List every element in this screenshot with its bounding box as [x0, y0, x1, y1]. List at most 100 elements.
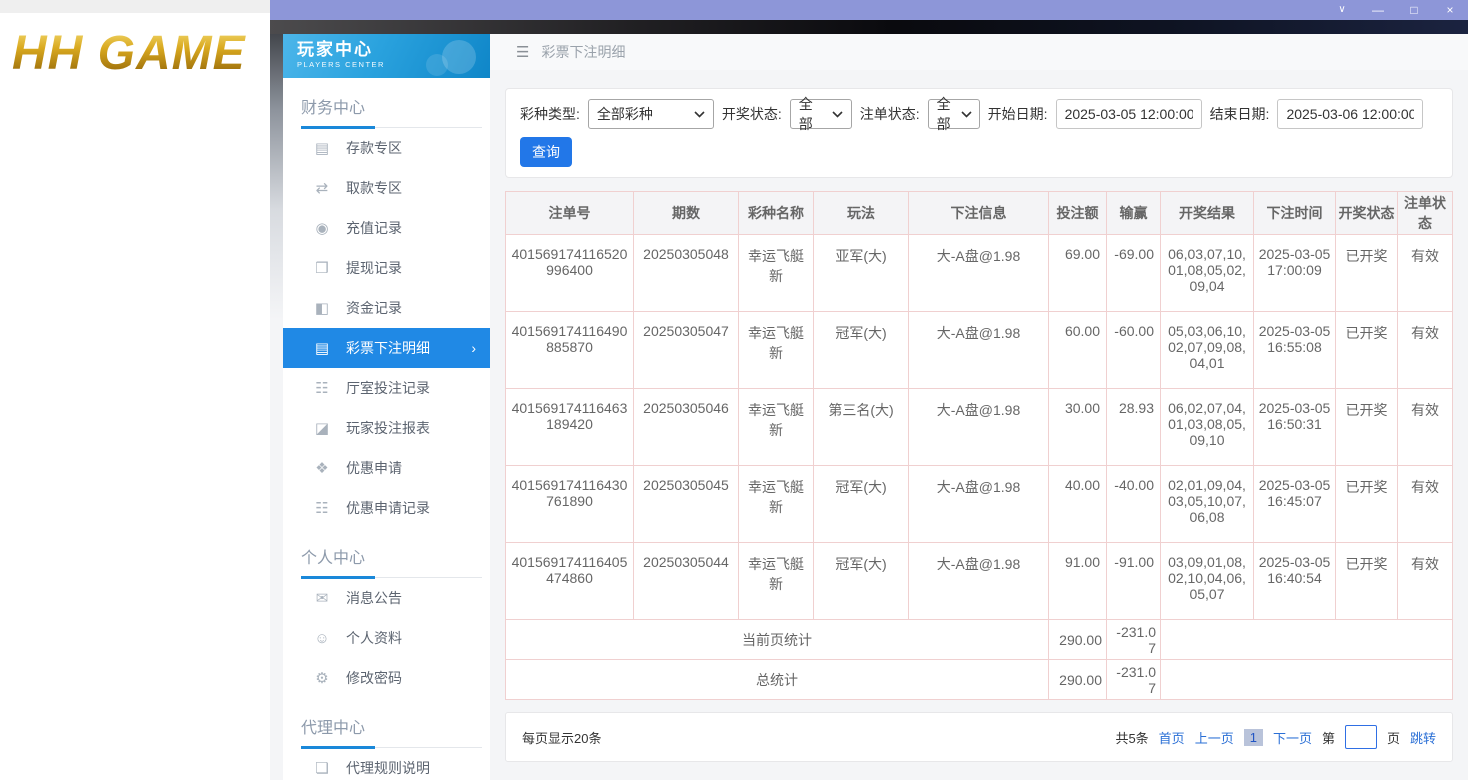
cell: 06,02,07,04,01,03,08,05,09,10	[1161, 389, 1254, 466]
cell: 已开奖	[1336, 389, 1398, 466]
sidebar-item-修改密码[interactable]: ⚙修改密码	[283, 658, 490, 698]
cell: 有效	[1398, 235, 1453, 312]
window-minimize-icon[interactable]: —	[1360, 0, 1396, 20]
total-summary-label: 总统计	[506, 660, 1049, 700]
cell: 幸运飞艇新	[739, 466, 814, 543]
sidebar-item-label: 存款专区	[346, 138, 402, 158]
window-close-icon[interactable]: ×	[1432, 0, 1468, 20]
next-page-link[interactable]: 下一页	[1273, 728, 1312, 747]
cell: 幸运飞艇新	[739, 235, 814, 312]
sidebar-item-资金记录[interactable]: ◧资金记录	[283, 288, 490, 328]
cell: 大-A盘@1.98	[909, 466, 1049, 543]
sidebar-item-label: 资金记录	[346, 298, 402, 318]
window-titlebar: ∨ — □ ×	[270, 0, 1468, 20]
page-summary: 当前页统计290.00-231.07	[506, 620, 1453, 660]
cell: 20250305045	[634, 466, 739, 543]
column-header: 开奖状态	[1336, 192, 1398, 235]
cell: 05,03,06,10,02,07,09,08,04,01	[1161, 312, 1254, 389]
cell: 冠军(大)	[814, 543, 909, 620]
draw-status-select[interactable]: 全部	[790, 99, 852, 129]
table-row: 40156917411652099640020250305048幸运飞艇新亚军(…	[506, 235, 1453, 312]
hamburger-icon[interactable]: ☰	[516, 43, 529, 61]
sidebar-item-提现记录[interactable]: ❒提现记录	[283, 248, 490, 288]
sidebar-item-存款专区[interactable]: ▤存款专区	[283, 128, 490, 168]
background-page: HH GAME	[0, 0, 270, 780]
cell: 幸运飞艇新	[739, 312, 814, 389]
window-maximize-icon[interactable]: □	[1396, 0, 1432, 20]
sidebar-item-代理规则说明[interactable]: ❏代理规则说明	[283, 748, 490, 780]
cell: 已开奖	[1336, 235, 1398, 312]
order-status-select[interactable]: 全部	[928, 99, 980, 129]
column-header: 下注时间	[1254, 192, 1336, 235]
chevron-right-icon: ›	[471, 340, 476, 356]
password-icon: ⚙	[313, 669, 331, 687]
search-button[interactable]: 查询	[520, 137, 572, 167]
table-header-row: 注单号期数彩种名称玩法下注信息投注额输赢开奖结果下注时间开奖状态注单状态	[506, 192, 1453, 235]
cell: 401569174116405474860	[506, 543, 634, 620]
logo-band: HH GAME	[0, 13, 270, 93]
cell: 第三名(大)	[814, 389, 909, 466]
start-date-input[interactable]	[1056, 99, 1202, 129]
column-header: 注单号	[506, 192, 634, 235]
cell: 亚军(大)	[814, 235, 909, 312]
draw-status-label: 开奖状态:	[722, 104, 782, 124]
sidebar-item-label: 代理规则说明	[346, 758, 430, 778]
sidebar-item-厅室投注记录[interactable]: ☷ 厅室投注记录	[283, 368, 490, 408]
cell: 401569174116463189420	[506, 389, 634, 466]
sidebar-item-label: 个人资料	[346, 628, 402, 648]
sidebar-item-个人资料[interactable]: ☺个人资料	[283, 618, 490, 658]
chevron-down-icon	[832, 111, 843, 118]
sidebar-item-优惠申请[interactable]: ❖优惠申请	[283, 448, 490, 488]
sidebar-item-彩票下注明细[interactable]: ▤ 彩票下注明细 ›	[283, 328, 490, 368]
column-header: 彩种名称	[739, 192, 814, 235]
jump-action-link[interactable]: 跳转	[1410, 728, 1436, 747]
sidebar-item-label: 优惠申请记录	[346, 498, 430, 518]
current-page-badge[interactable]: 1	[1244, 729, 1263, 746]
main-topbar: ☰ 彩票下注明细	[490, 34, 1468, 70]
column-header: 玩法	[814, 192, 909, 235]
sidebar-item-label: 充值记录	[346, 218, 402, 238]
sidebar-section-label: 个人中心	[283, 528, 490, 578]
cell: 已开奖	[1336, 543, 1398, 620]
page-summary-bet: 290.00	[1049, 620, 1107, 660]
end-date-label: 结束日期:	[1210, 104, 1270, 124]
cell: 2025-03-05 16:55:08	[1254, 312, 1336, 389]
cell: 大-A盘@1.98	[909, 312, 1049, 389]
prev-page-link[interactable]: 上一页	[1195, 728, 1234, 747]
lottery-type-select[interactable]: 全部彩种	[588, 99, 714, 129]
lottery-bet-detail-icon: ▤	[313, 339, 331, 357]
order-status-label: 注单状态:	[860, 104, 920, 124]
window-chevron-icon[interactable]: ∨	[1324, 0, 1360, 20]
cell: 幸运飞艇新	[739, 543, 814, 620]
player-bet-report-icon: ◪	[313, 419, 331, 437]
sidebar-item-label: 厅室投注记录	[346, 378, 430, 398]
sidebar-header: 玩家中心 PLAYERS CENTER	[283, 34, 490, 78]
chevron-down-icon	[961, 111, 972, 118]
cell: 有效	[1398, 543, 1453, 620]
total-count-text: 共5条	[1115, 728, 1148, 747]
hall-bet-record-icon: ☷	[313, 379, 331, 397]
sidebar-section-label: 财务中心	[283, 78, 490, 128]
first-page-link[interactable]: 首页	[1159, 728, 1185, 747]
end-date-input[interactable]	[1277, 99, 1423, 129]
sidebar-item-优惠申请记录[interactable]: ☷ 优惠申请记录	[283, 488, 490, 528]
cell: 06,03,07,10,01,08,05,02,09,04	[1161, 235, 1254, 312]
pagination-panel: 每页显示20条 共5条 首页 上一页 1 下一页 第 页 跳转	[505, 712, 1453, 762]
page-jump-input[interactable]	[1345, 725, 1377, 749]
order-status-value: 全部	[937, 94, 951, 134]
column-header: 注单状态	[1398, 192, 1453, 235]
page-title: 彩票下注明细	[541, 42, 625, 62]
column-header: 投注额	[1049, 192, 1107, 235]
sidebar-item-label: 彩票下注明细	[346, 338, 430, 358]
page-summary-winloss: -231.07	[1107, 620, 1161, 660]
sidebar-item-玩家投注报表[interactable]: ◪玩家投注报表	[283, 408, 490, 448]
withdraw-icon: ⇄	[313, 179, 331, 197]
promo-apply-record-icon: ☷	[313, 499, 331, 517]
sidebar-item-取款专区[interactable]: ⇄取款专区	[283, 168, 490, 208]
page-size-text: 每页显示20条	[522, 728, 601, 747]
page-summary-label: 当前页统计	[506, 620, 1049, 660]
sidebar-item-消息公告[interactable]: ✉消息公告	[283, 578, 490, 618]
total-summary-winloss: -231.07	[1107, 660, 1161, 700]
total-summary-bet: 290.00	[1049, 660, 1107, 700]
sidebar-item-充值记录[interactable]: ◉充值记录	[283, 208, 490, 248]
